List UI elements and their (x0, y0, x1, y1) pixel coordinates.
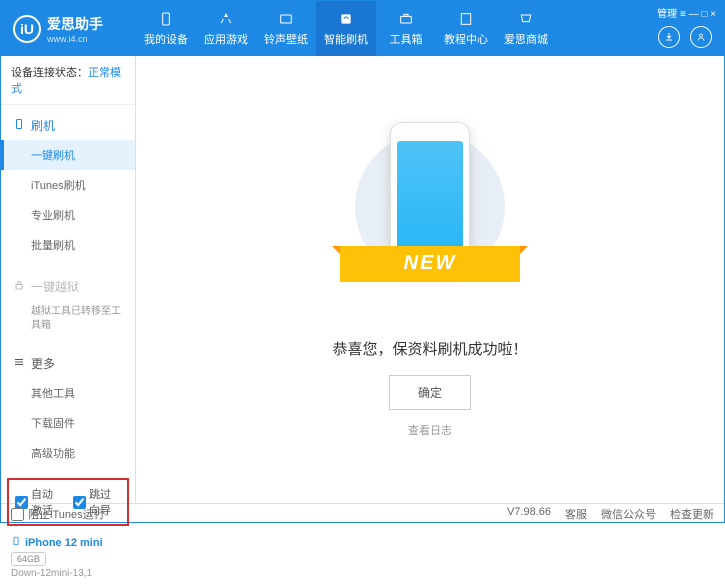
refresh-icon (337, 10, 355, 28)
cart-icon (517, 10, 535, 28)
menu-icon (13, 356, 25, 371)
connection-status: 设备连接状态：正常模式 (1, 56, 135, 105)
update-link[interactable]: 检查更新 (670, 506, 714, 522)
device-model: Down-12mini-13,1 (11, 568, 125, 579)
sidebar-item-pro[interactable]: 专业刷机 (1, 200, 135, 230)
sidebar-item-itunes[interactable]: iTunes刷机 (1, 170, 135, 200)
nav-my-device[interactable]: 我的设备 (136, 1, 196, 56)
nav-tutorial[interactable]: 教程中心 (436, 1, 496, 56)
sidebar-jailbreak-head: 一键越狱 (1, 272, 135, 301)
sidebar-item-download[interactable]: 下载固件 (1, 408, 135, 438)
phone-icon (11, 536, 21, 549)
sidebar-item-other[interactable]: 其他工具 (1, 378, 135, 408)
confirm-button[interactable]: 确定 (389, 375, 471, 410)
block-itunes-checkbox[interactable]: 阻止iTunes运行 (11, 506, 105, 522)
nav-store[interactable]: 爱思商城 (496, 1, 556, 56)
folder-icon (277, 10, 295, 28)
storage-badge: 64GB (11, 552, 46, 566)
app-header: iU 爱思助手 www.i4.cn 我的设备 应用游戏 铃声壁纸 智能刷机 工具… (1, 1, 724, 56)
logo-icon: iU (13, 15, 41, 43)
sidebar-item-advanced[interactable]: 高级功能 (1, 438, 135, 468)
sidebar-item-batch[interactable]: 批量刷机 (1, 230, 135, 260)
success-illustration: NEW (355, 122, 505, 322)
main-nav: 我的设备 应用游戏 铃声壁纸 智能刷机 工具箱 教程中心 爱思商城 (136, 1, 556, 56)
sidebar-more-head[interactable]: 更多 (1, 349, 135, 378)
wechat-link[interactable]: 微信公众号 (601, 506, 656, 522)
device-name: iPhone 12 mini (11, 536, 125, 549)
lock-icon (13, 279, 25, 294)
logo-area: iU 爱思助手 www.i4.cn (1, 14, 136, 44)
nav-toolbox[interactable]: 工具箱 (376, 1, 436, 56)
sidebar-flash-head[interactable]: 刷机 (1, 111, 135, 140)
support-link[interactable]: 客服 (565, 506, 587, 522)
jailbreak-note: 越狱工具已转移至工具箱 (1, 301, 135, 337)
sidebar: 设备连接状态：正常模式 刷机 一键刷机 iTunes刷机 专业刷机 批量刷机 一… (1, 56, 136, 503)
new-banner: NEW (340, 246, 520, 282)
toolbox-icon (397, 10, 415, 28)
phone-icon (13, 118, 25, 133)
sidebar-item-oneclick[interactable]: 一键刷机 (1, 140, 135, 170)
version-label: V7.98.66 (507, 506, 551, 522)
phone-icon (157, 10, 175, 28)
view-log-link[interactable]: 查看日志 (408, 422, 452, 438)
success-message: 恭喜您，保资料刷机成功啦！ (332, 338, 527, 359)
download-button[interactable] (658, 26, 680, 48)
app-url: www.i4.cn (47, 34, 103, 44)
book-icon (457, 10, 475, 28)
nav-flash[interactable]: 智能刷机 (316, 1, 376, 56)
nav-ringtone[interactable]: 铃声壁纸 (256, 1, 316, 56)
user-button[interactable] (690, 26, 712, 48)
nav-apps[interactable]: 应用游戏 (196, 1, 256, 56)
main-content: NEW 恭喜您，保资料刷机成功啦！ 确定 查看日志 (136, 56, 724, 503)
window-controls[interactable]: 管理 ≡ — □ × (657, 5, 716, 20)
app-name: 爱思助手 (47, 14, 103, 34)
apps-icon (217, 10, 235, 28)
device-info[interactable]: iPhone 12 mini 64GB Down-12mini-13,1 (1, 530, 135, 585)
